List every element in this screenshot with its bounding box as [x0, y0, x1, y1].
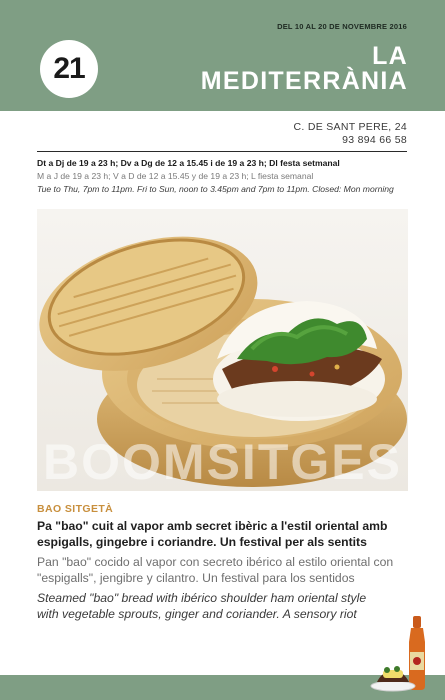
event-dates: DEL 10 AL 20 DE NOVEMBRE 2016 — [277, 22, 407, 31]
address-block: C. DE SANT PERE, 24 93 894 66 58 — [294, 121, 407, 147]
dish-photo: BOOMSITGES — [37, 209, 408, 491]
tapa-plate-icon — [370, 666, 416, 692]
beer-and-tapa-icon — [369, 612, 435, 694]
entry-number-badge: 21 — [40, 40, 98, 98]
hours-english: Tue to Thu, 7pm to 11pm. Fri to Sun, noo… — [37, 184, 394, 194]
phone-number: 93 894 66 58 — [342, 134, 407, 146]
hours-spanish: M a J de 19 a 23 h; V a D de 12 a 15.45 … — [37, 171, 314, 181]
restaurant-name-line1: LA — [372, 42, 408, 70]
photo-watermark: BOOMSITGES — [43, 434, 402, 490]
street-address: C. DE SANT PERE, 24 — [293, 121, 407, 133]
dish-name: BAO SITGETÀ — [37, 503, 114, 515]
entry-number: 21 — [53, 52, 85, 85]
restaurant-name-line2: MEDITERRÀNIA — [200, 67, 408, 95]
dish-description-catalan: Pa "bao" cuit al vapor amb secret ibèric… — [37, 519, 388, 549]
header-band: DEL 10 AL 20 DE NOVEMBRE 2016 21 LA MEDI… — [0, 0, 445, 111]
dish-description-spanish: Pan "bao" cocido al vapor con secreto ib… — [37, 555, 394, 585]
hours-catalan: Dt a Dj de 19 a 23 h; Dv a Dg de 12 a 15… — [37, 158, 340, 168]
opening-hours: Dt a Dj de 19 a 23 h; Dv a Dg de 12 a 15… — [37, 157, 415, 196]
beer-bottle-icon — [409, 616, 425, 690]
divider — [37, 151, 407, 152]
restaurant-name: LA MEDITERRÀNIA — [201, 44, 408, 94]
dish-description-english: Steamed "bao" bread with ibérico shoulde… — [37, 591, 367, 621]
